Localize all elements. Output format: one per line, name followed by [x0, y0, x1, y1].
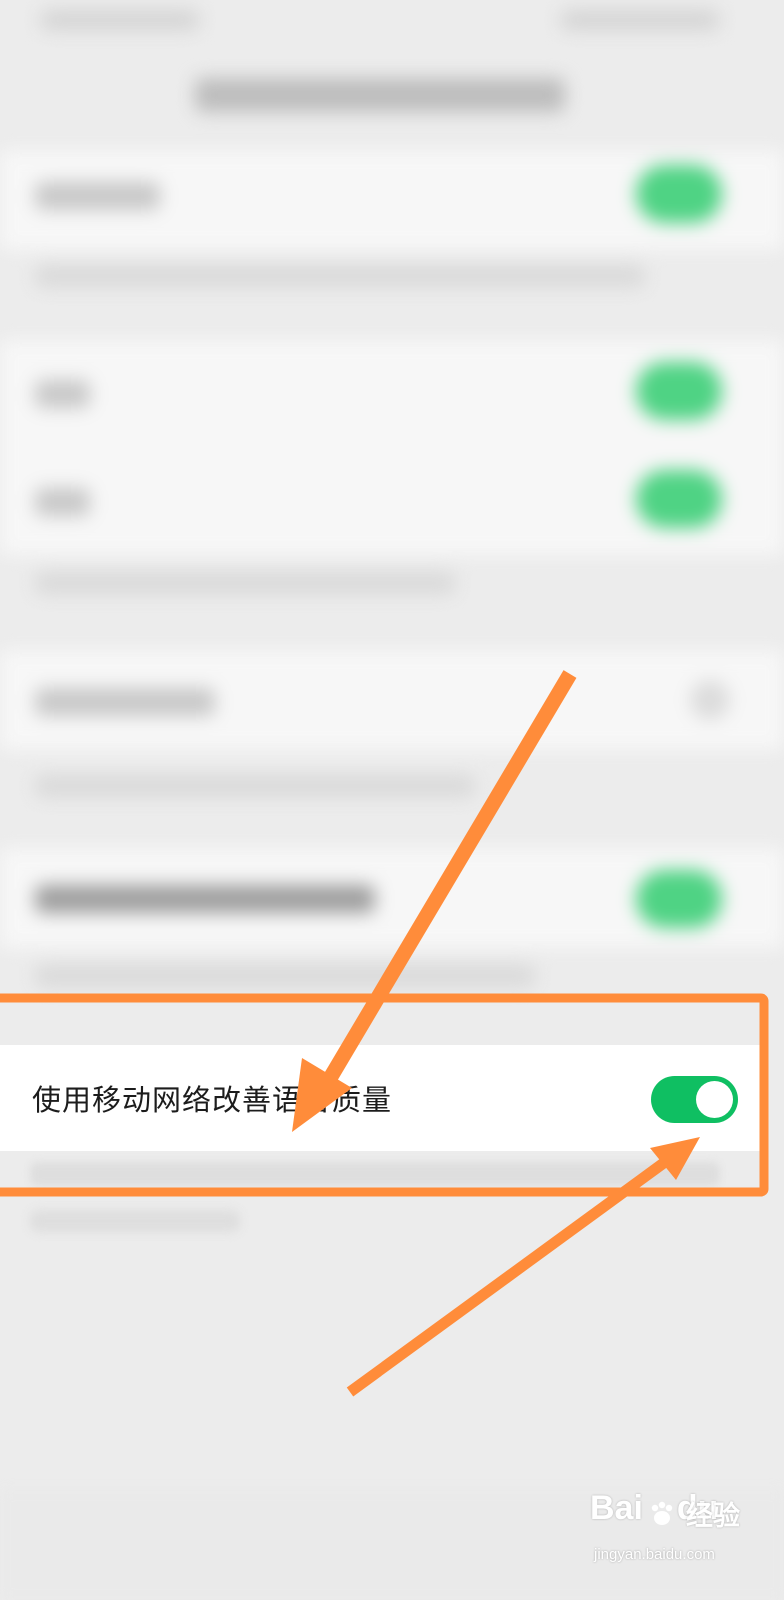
row-label-placeholder: [35, 885, 375, 913]
toggle-placeholder: [636, 870, 722, 928]
description-placeholder: [35, 572, 455, 594]
toggle-knob: [696, 1081, 733, 1118]
setting-description-blurred-line2: [30, 1210, 240, 1232]
toggle-placeholder: [636, 362, 722, 420]
nav-title-placeholder: [195, 78, 565, 112]
status-bar-left: [40, 10, 200, 30]
voice-quality-setting-label: 使用移动网络改善语音质量: [32, 1083, 393, 1117]
status-bar-right: [560, 10, 720, 30]
baidu-jingyan-watermark: Bai du du 经验 jingyan.baidu.com: [590, 1488, 775, 1583]
description-placeholder: [35, 965, 535, 987]
toggle-placeholder: [636, 470, 722, 528]
toggle-placeholder: [636, 165, 722, 223]
row-label-placeholder: [35, 688, 215, 716]
status-bar: [0, 0, 784, 44]
voice-quality-toggle[interactable]: [651, 1076, 738, 1123]
description-placeholder: [35, 775, 475, 797]
description-placeholder: [35, 265, 645, 287]
watermark-chinese: 经验: [686, 1501, 740, 1532]
paw-icon: [651, 1501, 673, 1525]
setting-description-blurred: [30, 1162, 720, 1186]
row-label-placeholder: [35, 488, 90, 516]
row-label-placeholder: [35, 380, 90, 408]
blurred-background: [0, 0, 784, 1600]
row-label-placeholder: [35, 182, 160, 210]
chevron-right-icon: [690, 680, 730, 720]
watermark-url: jingyan.baidu.com: [594, 1546, 715, 1563]
